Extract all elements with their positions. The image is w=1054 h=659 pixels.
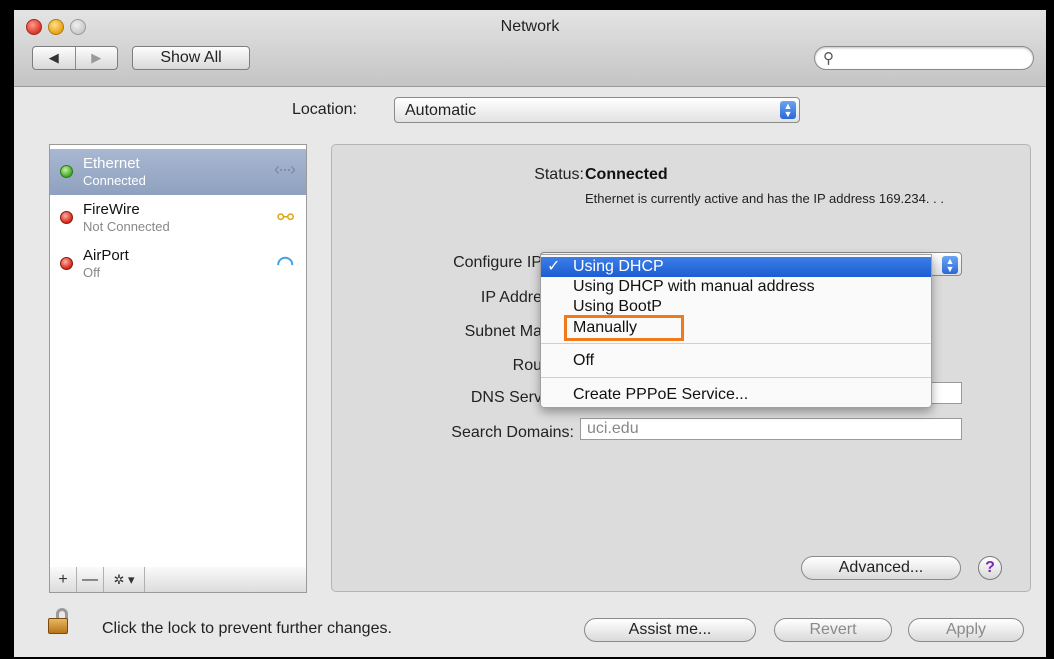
checkmark-icon: ✓: [547, 258, 561, 275]
add-service-button[interactable]: +: [50, 567, 77, 592]
search-domains-label: Search Domains:: [451, 424, 574, 441]
status-description-tail: . .: [933, 191, 944, 206]
show-all-button[interactable]: Show All: [132, 46, 250, 70]
apply-button[interactable]: Apply: [908, 618, 1024, 642]
manually-highlight-box: [564, 315, 684, 341]
network-preferences-window: Network ◀ ▶ Show All ⚲ Location: Automat…: [14, 10, 1046, 657]
service-status: Not Connected: [83, 219, 170, 234]
menu-item-label: Create PPPoE Service...: [573, 386, 749, 403]
service-status: Connected: [83, 173, 146, 188]
menu-item-using-bootp[interactable]: Using BootP: [541, 297, 931, 317]
menu-separator: [541, 377, 931, 378]
location-value: Automatic: [405, 102, 477, 119]
status-label: Status:: [534, 166, 584, 183]
back-button[interactable]: ◀: [33, 47, 75, 69]
lock-message: Click the lock to prevent further change…: [102, 620, 392, 637]
lock-icon[interactable]: [48, 608, 68, 634]
menu-item-using-dhcp[interactable]: ✓ Using DHCP: [541, 257, 931, 277]
popup-stepper-icon: ▲ ▼: [780, 101, 796, 119]
location-popup[interactable]: Automatic ▲ ▼: [394, 97, 800, 123]
revert-button[interactable]: Revert: [774, 618, 892, 642]
menu-separator: [541, 343, 931, 344]
menu-item-label: Using DHCP: [573, 258, 664, 275]
wifi-icon: ◠: [276, 253, 294, 275]
advanced-button[interactable]: Advanced...: [801, 556, 961, 580]
status-description: Ethernet is currently active and has the…: [585, 191, 945, 207]
service-item-ethernet[interactable]: Ethernet Connected ‹···›: [50, 149, 306, 195]
title-toolbar: Network ◀ ▶ Show All ⚲: [14, 10, 1046, 87]
menu-item-label: Off: [573, 352, 595, 369]
service-item-firewire[interactable]: FireWire Not Connected ⚯: [50, 195, 306, 241]
assist-me-button[interactable]: Assist me...: [584, 618, 756, 642]
ethernet-icon: ‹···›: [274, 159, 296, 179]
popup-stepper-icon: ▲ ▼: [942, 256, 958, 274]
location-label: Location:: [292, 101, 357, 118]
service-item-airport[interactable]: AirPort Off ◠: [50, 241, 306, 287]
status-description-text: Ethernet is currently active and has the…: [585, 191, 930, 206]
service-list: Ethernet Connected ‹···› FireWire Not Co…: [49, 144, 307, 568]
forward-button[interactable]: ▶: [74, 47, 118, 69]
configure-ip-label: Configure IP: [453, 254, 542, 271]
menu-item-label: Using DHCP with manual address: [573, 278, 815, 295]
status-dot-green: [60, 165, 73, 178]
search-icon: ⚲: [823, 50, 834, 67]
subnet-mask-label: Subnet Ma: [464, 323, 542, 340]
back-forward-group: ◀ ▶: [32, 46, 118, 70]
search-domains-field[interactable]: uci.edu: [580, 418, 962, 440]
menu-item-create-pppoe[interactable]: Create PPPoE Service...: [541, 385, 931, 405]
service-name: AirPort: [83, 247, 129, 264]
service-list-toolbar: + — ✲ ▾: [49, 567, 307, 593]
status-dot-red: [60, 257, 73, 270]
menu-item-label: Using BootP: [573, 298, 662, 315]
remove-service-button[interactable]: —: [77, 567, 104, 592]
service-status: Off: [83, 265, 101, 280]
menu-item-off[interactable]: Off: [541, 351, 931, 371]
search-field[interactable]: ⚲: [814, 46, 1034, 70]
search-domains-value: uci.edu: [587, 420, 639, 437]
gear-menu-button[interactable]: ✲ ▾: [104, 567, 145, 592]
status-dot-red: [60, 211, 73, 224]
lock-body: [48, 618, 68, 634]
firewire-icon: ⚯: [277, 207, 294, 229]
service-name: Ethernet: [83, 155, 140, 172]
status-value: Connected: [585, 166, 668, 183]
ip-address-label: IP Addre: [480, 289, 542, 306]
help-button[interactable]: ?: [978, 556, 1002, 580]
service-name: FireWire: [83, 201, 140, 218]
dns-server-label: DNS Serv: [470, 389, 542, 406]
router-label: Rou: [512, 357, 542, 374]
menu-item-dhcp-manual-address[interactable]: Using DHCP with manual address: [541, 277, 931, 297]
window-title: Network: [500, 18, 560, 35]
